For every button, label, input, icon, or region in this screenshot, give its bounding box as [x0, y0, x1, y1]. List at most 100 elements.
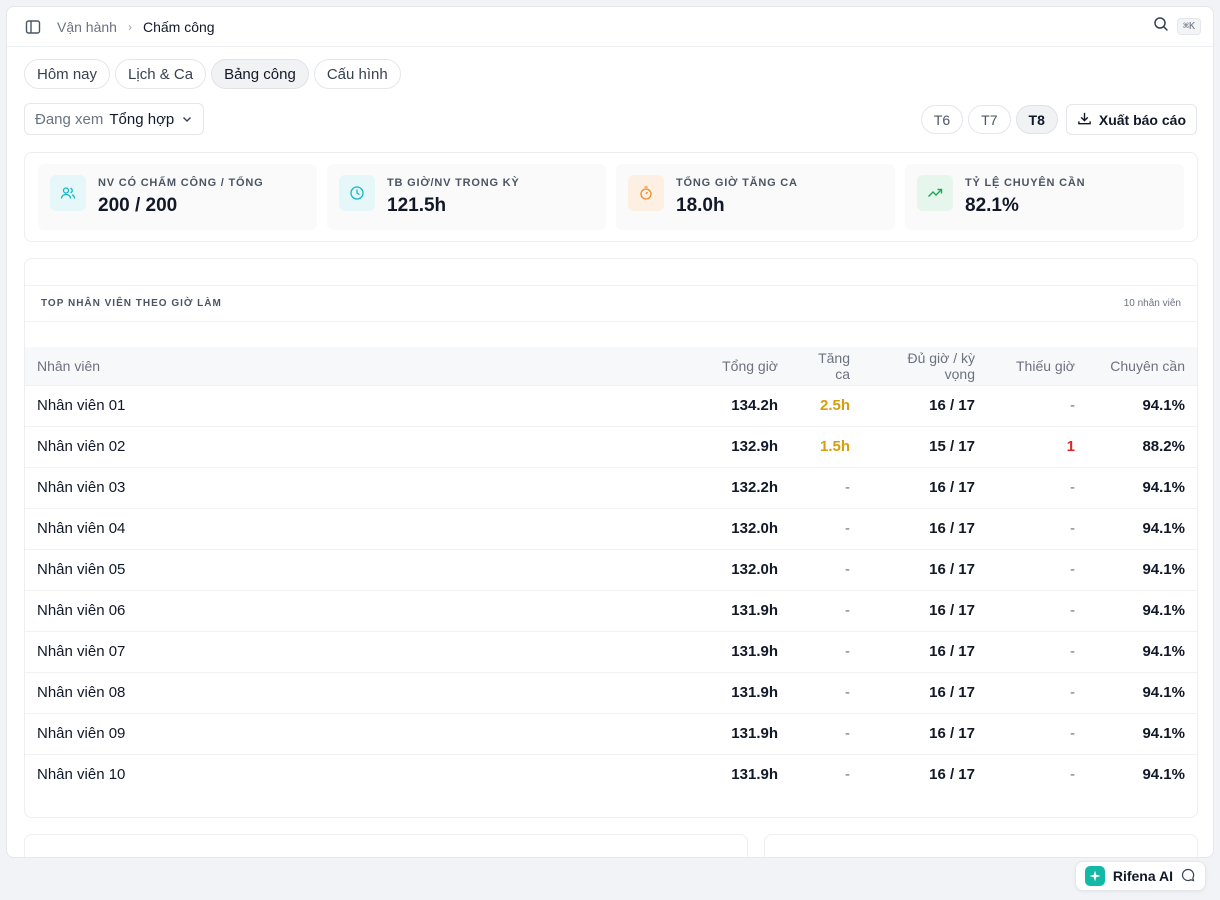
overtime-cell: 1.5h [790, 425, 862, 467]
employee-name-cell: Nhân viên 02 [25, 425, 700, 467]
column-header[interactable]: Tăng ca [790, 347, 862, 385]
tab-schedule[interactable]: Lịch & Ca [115, 59, 207, 89]
tab-today[interactable]: Hôm nay [24, 59, 111, 89]
breadcrumb-parent[interactable]: Vận hành [57, 19, 117, 35]
kpi-card-attendance: TỶ LỆ CHUYÊN CẦN 82.1% [905, 164, 1184, 230]
kpi-value: 18.0h [676, 195, 725, 216]
short-hours-cell: - [987, 630, 1087, 672]
full-hours-cell: 16 / 17 [862, 466, 987, 508]
total-hours-cell: 132.0h [700, 548, 790, 590]
chat-bubble-icon [1181, 868, 1195, 885]
total-hours-cell: 131.9h [700, 753, 790, 795]
table-row[interactable]: Nhân viên 07 131.9h -16 / 17-94.1% [25, 630, 1197, 672]
table-row[interactable]: Nhân viên 10 131.9h -16 / 17-94.1% [25, 753, 1197, 795]
ai-assistant-button[interactable]: Rifena AI [1074, 861, 1206, 891]
attendance-cell: 94.1% [1087, 671, 1197, 713]
table-row[interactable]: Nhân viên 05 132.0h -16 / 17-94.1% [25, 548, 1197, 590]
main-window: Vận hành › Chấm công ⌘K Hôm nay Lịch & C… [6, 6, 1214, 858]
overtime-cell: - [790, 507, 862, 549]
full-hours-cell: 16 / 17 [862, 507, 987, 549]
clock-icon [339, 175, 375, 211]
kpi-label: TỔNG GIỜ TĂNG CA [676, 177, 798, 189]
attendance-cell: 88.2% [1087, 425, 1197, 467]
table-row[interactable]: Nhân viên 01 134.2h 2.5h 16 / 17-94.1% [25, 384, 1197, 426]
overtime-cell: - [790, 589, 862, 631]
column-header[interactable]: Nhân viên [25, 347, 700, 385]
total-hours-cell: 131.9h [700, 712, 790, 754]
full-hours-cell: 16 / 17 [862, 630, 987, 672]
employee-name-cell: Nhân viên 07 [25, 630, 700, 672]
trending-up-icon [917, 175, 953, 211]
kpi-value: 121.5h [387, 195, 447, 216]
total-hours-cell: 131.9h [700, 671, 790, 713]
bottom-card-right [764, 834, 1198, 857]
overtime-cell: - [790, 753, 862, 795]
short-hours-cell: - [987, 384, 1087, 426]
attendance-cell: 94.1% [1087, 753, 1197, 795]
chevron-right-icon: › [127, 19, 132, 34]
full-hours-cell: 16 / 17 [862, 384, 987, 426]
search-icon[interactable] [1153, 16, 1169, 37]
kpi-card-checked-in: NV CÓ CHẤM CÔNG / TỔNG 200 / 200 [38, 164, 317, 230]
column-header[interactable]: Đủ giờ / kỳ vọng [862, 347, 987, 385]
employee-name-cell: Nhân viên 03 [25, 466, 700, 508]
column-header[interactable]: Chuyên cần [1087, 347, 1197, 385]
attendance-cell: 94.1% [1087, 507, 1197, 549]
short-hours-cell: - [987, 712, 1087, 754]
table-row[interactable]: Nhân viên 02 132.9h 1.5h 15 / 17 1 88.2% [25, 425, 1197, 467]
ai-assistant-label: Rifena AI [1112, 868, 1173, 884]
top-employees-card: TOP NHÂN VIÊN THEO GIỜ LÀM 10 nhân viên … [24, 258, 1198, 818]
attendance-cell: 94.1% [1087, 548, 1197, 590]
short-hours-cell: - [987, 548, 1087, 590]
view-select-label: Đang xem [35, 110, 104, 128]
kpi-card-overtime: TỔNG GIỜ TĂNG CA 18.0h [616, 164, 895, 230]
month-button-t7[interactable]: T7 [968, 105, 1011, 134]
bottom-card-left [24, 834, 748, 857]
view-select[interactable]: Đang xem Tổng hợp [24, 103, 204, 135]
kpi-summary: NV CÓ CHẤM CÔNG / TỔNG 200 / 200 TB GIỜ/… [24, 152, 1198, 242]
total-hours-cell: 134.2h [700, 384, 790, 426]
employee-name-cell: Nhân viên 09 [25, 712, 700, 754]
full-hours-cell: 16 / 17 [862, 548, 987, 590]
column-header[interactable]: Tổng giờ [700, 347, 790, 385]
tab-bar: Hôm nay Lịch & Ca Bảng công Cấu hình [24, 59, 401, 89]
employee-name-cell: Nhân viên 10 [25, 753, 700, 795]
table-row[interactable]: Nhân viên 03 132.2h -16 / 17-94.1% [25, 466, 1197, 508]
month-button-t6[interactable]: T6 [920, 105, 964, 134]
card-header: TOP NHÂN VIÊN THEO GIỜ LÀM 10 nhân viên [25, 285, 1197, 322]
tab-timesheet[interactable]: Bảng công [211, 59, 309, 89]
breadcrumb-current: Chấm công [142, 18, 215, 35]
search-shortcut: ⌘K [1176, 18, 1201, 35]
employee-name-cell: Nhân viên 08 [25, 671, 700, 713]
full-hours-cell: 16 / 17 [862, 753, 987, 795]
sidebar-toggle-icon[interactable] [23, 17, 43, 37]
full-hours-cell: 15 / 17 [862, 425, 987, 467]
total-hours-cell: 132.9h [700, 425, 790, 467]
short-hours-cell: - [987, 466, 1087, 508]
card-count: 10 nhân viên [1123, 298, 1181, 309]
attendance-cell: 94.1% [1087, 384, 1197, 426]
card-title: TOP NHÂN VIÊN THEO GIỜ LÀM [41, 298, 222, 309]
chevron-down-icon [181, 113, 193, 125]
table-row[interactable]: Nhân viên 06 131.9h -16 / 17-94.1% [25, 589, 1197, 631]
table-row[interactable]: Nhân viên 04 132.0h -16 / 17-94.1% [25, 507, 1197, 549]
attendance-cell: 94.1% [1087, 712, 1197, 754]
column-header[interactable]: Thiếu giờ [987, 347, 1087, 385]
kpi-label: NV CÓ CHẤM CÔNG / TỔNG [98, 177, 264, 189]
users-icon [50, 175, 86, 211]
table-row[interactable]: Nhân viên 09 131.9h -16 / 17-94.1% [25, 712, 1197, 754]
export-report-label: Xuất báo cáo [1098, 111, 1186, 128]
month-button-t8[interactable]: T8 [1015, 105, 1058, 134]
table-row[interactable]: Nhân viên 08 131.9h -16 / 17-94.1% [25, 671, 1197, 713]
short-hours-cell: 1 [987, 425, 1087, 467]
overtime-cell: - [790, 630, 862, 672]
sparkle-icon [1084, 866, 1105, 886]
total-hours-cell: 131.9h [700, 589, 790, 631]
kpi-value: 82.1% [965, 195, 1019, 216]
short-hours-cell: - [987, 589, 1087, 631]
tab-settings[interactable]: Cấu hình [313, 59, 401, 89]
employee-name-cell: Nhân viên 04 [25, 507, 700, 549]
overtime-cell: 2.5h [790, 384, 862, 426]
export-report-button[interactable]: Xuất báo cáo [1065, 104, 1197, 135]
total-hours-cell: 132.0h [700, 507, 790, 549]
